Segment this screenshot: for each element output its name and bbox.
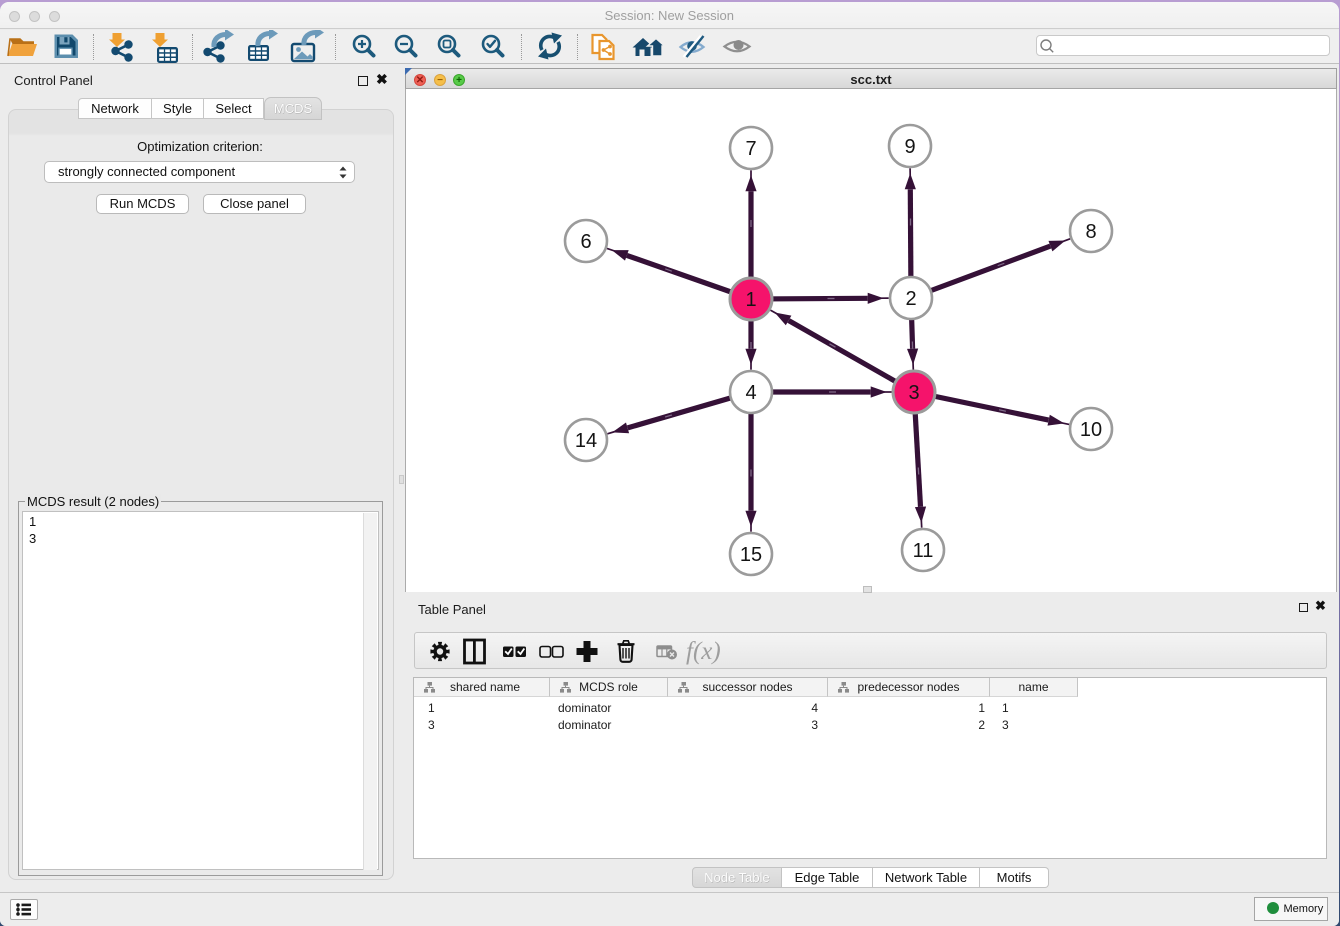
svg-text:15: 15: [740, 544, 762, 566]
svg-text:7: 7: [745, 138, 756, 160]
svg-text:2: 2: [905, 288, 916, 310]
svg-text:f(x): f(x): [686, 638, 721, 665]
svg-text:3: 3: [908, 382, 919, 404]
svg-text:10: 10: [1080, 419, 1102, 441]
svg-text:8: 8: [1085, 221, 1096, 243]
svg-text:14: 14: [575, 430, 597, 452]
svg-text:6: 6: [580, 231, 591, 253]
svg-text:9: 9: [904, 136, 915, 158]
svg-text:4: 4: [745, 382, 756, 404]
svg-text:11: 11: [913, 540, 934, 562]
svg-text:1: 1: [745, 289, 756, 311]
